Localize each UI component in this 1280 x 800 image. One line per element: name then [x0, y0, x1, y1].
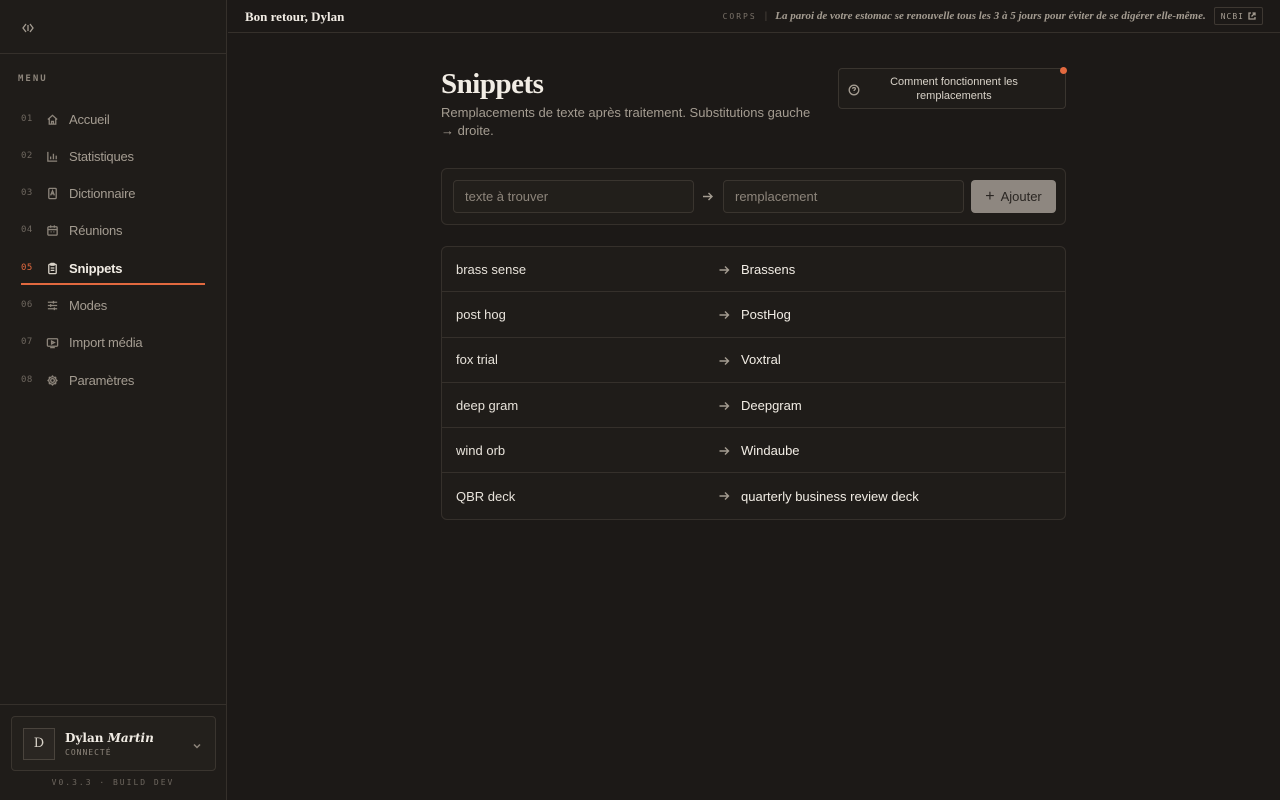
snippet-list: brass sense Brassens post hog PostHog fo… — [441, 246, 1066, 520]
arrow-right-icon — [718, 354, 730, 366]
snippet-from: wind orb — [456, 442, 506, 458]
snippet-from: post hog — [456, 306, 506, 322]
app-version: V0.3.3 · BUILD DEV — [51, 778, 175, 787]
snippet-row[interactable]: fox trial Voxtral — [442, 338, 1065, 383]
greeting: Bon retour, Dylan — [245, 9, 345, 24]
topbar: Bon retour, Dylan CORPS | La paroi de vo… — [228, 0, 1280, 33]
sidebar-item-snippets[interactable]: 05 Snippets — [21, 251, 205, 285]
sidebar-item-import-media[interactable]: 07 Import média — [21, 325, 205, 359]
sidebar-item-accueil[interactable]: 01 Accueil — [21, 102, 205, 136]
nav-number: 03 — [21, 188, 33, 198]
snippet-row[interactable]: post hog PostHog — [442, 292, 1065, 338]
nav-number: 04 — [21, 225, 33, 235]
add-snippet-form: + Ajouter — [441, 168, 1066, 225]
user-name: Dylan Martin — [65, 731, 192, 745]
snippet-to: quarterly business review deck — [741, 488, 919, 504]
arrow-right-icon — [718, 308, 730, 320]
user-last-name: Martin — [107, 730, 154, 745]
fact-text: La paroi de votre estomac se renouvelle … — [775, 10, 1206, 22]
plus-icon: + — [985, 187, 995, 205]
nav-number: 08 — [21, 375, 33, 385]
media-import-icon — [45, 335, 59, 349]
sidebar-item-reunions[interactable]: 04 Réunions — [21, 213, 205, 247]
help-button[interactable]: Comment fonctionnent les remplacements — [838, 67, 1067, 109]
sidebar-item-label: Modes — [69, 297, 108, 313]
nav-number: 01 — [21, 114, 33, 124]
gear-icon — [45, 373, 59, 387]
page-title: Snippets — [441, 68, 544, 100]
arrow-right-icon — [718, 263, 730, 275]
fact-separator: | — [764, 10, 768, 22]
snippet-row[interactable]: QBR deck quarterly business review deck — [442, 473, 1065, 518]
user-info: Dylan Martin CONNECTÉ — [65, 731, 192, 757]
help-circle-icon — [848, 83, 860, 96]
arrow-right-icon — [718, 444, 730, 456]
sidebar-divider — [0, 704, 226, 705]
arrow-right-icon — [718, 489, 730, 501]
source-label: NCBI — [1220, 11, 1244, 21]
snippet-from: brass sense — [456, 261, 527, 277]
page-subtitle: Remplacements de texte après traitement.… — [441, 105, 811, 138]
arrow-right-icon — [701, 190, 715, 204]
external-link-icon — [1248, 12, 1256, 20]
user-status: CONNECTÉ — [65, 747, 112, 757]
source-link[interactable]: NCBI — [1213, 7, 1263, 25]
app-logo-icon[interactable] — [20, 22, 36, 34]
snippet-row[interactable]: deep gram Deepgram — [442, 383, 1065, 429]
snippet-to: Brassens — [741, 261, 796, 277]
user-menu[interactable]: D Dylan Martin CONNECTÉ — [11, 716, 216, 771]
snippet-from: fox trial — [456, 352, 498, 368]
sidebar-item-parametres[interactable]: 08 Paramètres — [21, 363, 205, 397]
sidebar-item-label: Dictionnaire — [69, 185, 136, 201]
add-button-label: Ajouter — [1000, 189, 1042, 204]
clipboard-icon — [45, 261, 59, 275]
find-text-input[interactable] — [453, 180, 694, 213]
sidebar-divider — [0, 53, 226, 54]
chevron-down-icon — [192, 738, 204, 750]
sidebar-item-label: Import média — [69, 334, 143, 350]
nav-number: 07 — [21, 337, 33, 347]
book-icon — [45, 186, 59, 200]
snippet-to: Windaube — [741, 442, 800, 458]
menu-heading: MENU — [18, 74, 48, 84]
arrow-right-icon — [718, 399, 730, 411]
sidebar-item-statistiques[interactable]: 02 Statistiques — [21, 139, 205, 173]
snippet-from: QBR deck — [456, 488, 516, 504]
nav-number: 06 — [21, 300, 33, 310]
snippet-to: PostHog — [741, 306, 791, 322]
sidebar: MENU 01 Accueil 02 Statistiques 03 Dicti… — [0, 0, 227, 800]
sidebar-item-label: Accueil — [69, 111, 110, 127]
bar-chart-icon — [45, 149, 59, 163]
user-first-name: Dylan — [65, 730, 104, 745]
sidebar-item-label: Réunions — [69, 222, 123, 238]
fact-banner: CORPS | La paroi de votre estomac se ren… — [723, 6, 1263, 26]
notification-dot — [1060, 67, 1067, 74]
snippet-from: deep gram — [456, 397, 519, 413]
help-button-label: Comment fonctionnent les remplacements — [890, 75, 1018, 102]
snippet-to: Voxtral — [741, 352, 781, 368]
sliders-icon — [45, 298, 59, 312]
sidebar-item-modes[interactable]: 06 Modes — [21, 288, 205, 322]
replacement-input[interactable] — [723, 180, 964, 213]
sidebar-item-label: Statistiques — [69, 148, 134, 164]
sidebar-item-label: Paramètres — [69, 372, 135, 388]
add-button[interactable]: + Ajouter — [971, 180, 1056, 213]
calendar-icon — [45, 223, 59, 237]
snippet-row[interactable]: brass sense Brassens — [442, 247, 1065, 293]
nav-number: 02 — [21, 151, 33, 161]
avatar: D — [23, 727, 55, 760]
nav-number: 05 — [21, 263, 33, 273]
home-icon — [45, 112, 59, 126]
snippet-row[interactable]: wind orb Windaube — [442, 428, 1065, 474]
sidebar-item-label: Snippets — [69, 260, 123, 276]
sidebar-item-dictionnaire[interactable]: 03 Dictionnaire — [21, 176, 205, 210]
fact-category: CORPS — [722, 11, 757, 21]
snippet-to: Deepgram — [741, 397, 802, 413]
